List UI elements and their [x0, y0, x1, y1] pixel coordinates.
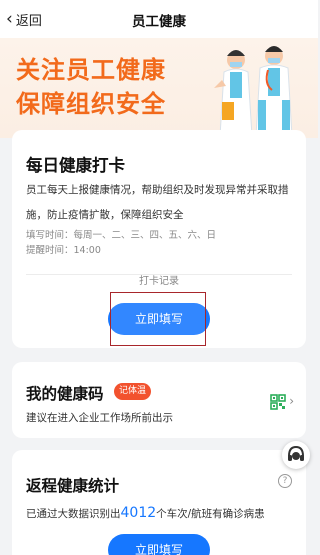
- health-code-subtitle: 建议在进入企业工作场所前出示: [26, 412, 173, 424]
- support-avatar-icon[interactable]: [282, 441, 310, 469]
- stats-count: 4012: [120, 505, 157, 521]
- page-title: 员工健康: [132, 14, 186, 30]
- remind-time: 提醒时间：14:00: [26, 245, 101, 256]
- health-code-title: 我的健康码: [26, 385, 104, 403]
- checkin-title: 每日健康打卡: [26, 156, 125, 175]
- record-temperature-badge[interactable]: 记体温: [114, 383, 152, 400]
- doctors-illustration: [214, 46, 293, 136]
- qr-code-icon[interactable]: [270, 394, 286, 410]
- return-stats-title: 返程健康统计: [26, 477, 120, 495]
- stats-prefix: 已通过大数据识别出: [26, 508, 121, 520]
- banner-headline-1: 关注员工健康: [16, 56, 166, 84]
- health-code-card[interactable]: 我的健康码 记体温 建议在进入企业工作场所前出示 ›: [12, 362, 306, 438]
- stats-suffix: 个车次/航班有确诊病患: [156, 508, 265, 520]
- help-icon[interactable]: ?: [278, 474, 292, 488]
- return-stats-card: 返程健康统计 ? 已通过大数据识别出4012个车次/航班有确诊病患 立即填写: [12, 450, 306, 555]
- checkin-record-label: 打卡记录: [133, 276, 185, 287]
- fill-time: 填写时间：每周一、二、三、四、五、六、日: [26, 230, 217, 241]
- top-nav-bar: ‹ 返回 员工健康: [0, 0, 318, 38]
- banner: 关注员工健康 保障组织安全: [0, 38, 318, 138]
- banner-headline-2: 保障组织安全: [16, 90, 166, 118]
- return-stats-fill-button[interactable]: 立即填写: [108, 534, 210, 555]
- checkin-record-link[interactable]: 打卡记录: [12, 272, 306, 287]
- return-stats-subtitle: 已通过大数据识别出4012个车次/航班有确诊病患: [26, 505, 265, 521]
- highlight-box: [110, 292, 206, 346]
- checkin-description: 员工每天上报健康情况，帮助组织及时发现异常并采取措施，防止疫情扩散，保障组织安全: [26, 184, 289, 221]
- chevron-right-icon: ›: [289, 394, 294, 408]
